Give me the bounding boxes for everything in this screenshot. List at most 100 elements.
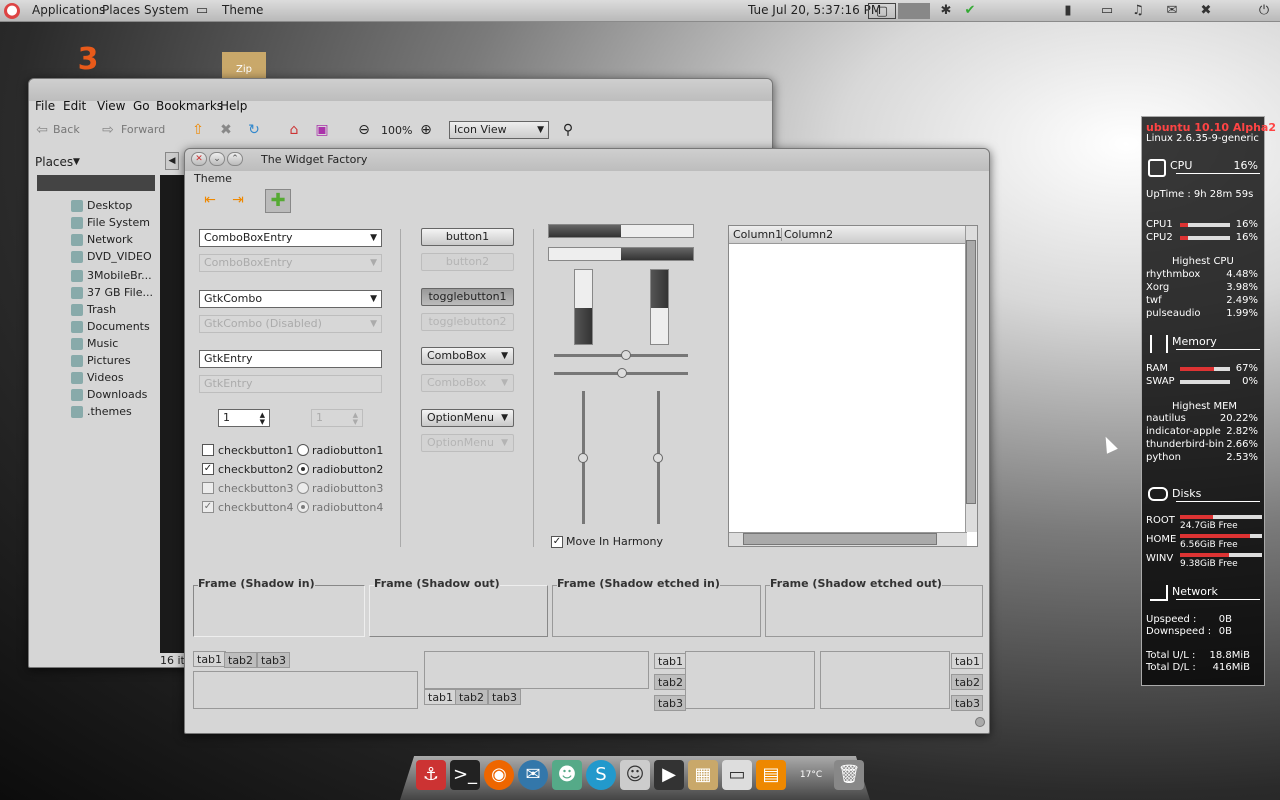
battery-icon[interactable]: ▭ bbox=[1096, 3, 1118, 19]
spin-button[interactable]: 1 ▲ ▼ bbox=[218, 409, 270, 427]
togglebutton1[interactable]: togglebutton1 bbox=[421, 288, 514, 306]
menu-file[interactable]: File bbox=[35, 99, 55, 113]
trash-icon[interactable]: 🗑 bbox=[834, 760, 864, 790]
anchor-icon[interactable]: ⚓ bbox=[416, 760, 446, 790]
combobox-button[interactable]: ComboBox ▼ bbox=[421, 347, 514, 365]
menu-bookmarks[interactable]: Bookmarks bbox=[156, 99, 223, 113]
tree-view[interactable]: Column1 Column2 bbox=[728, 225, 978, 547]
go-first-icon[interactable]: ⇤ bbox=[201, 191, 219, 209]
harmony-label[interactable]: Move In Harmony bbox=[566, 535, 663, 548]
weather-temp[interactable]: 17°C bbox=[796, 760, 826, 790]
notebook2-tab2[interactable]: tab2 bbox=[455, 689, 489, 705]
combobox-entry[interactable]: ComboBoxEntry ▼ bbox=[199, 229, 382, 247]
places-menu[interactable]: Places bbox=[102, 3, 140, 17]
maximize-icon[interactable]: ⌃ bbox=[227, 152, 243, 166]
hscale-1-handle[interactable] bbox=[621, 350, 631, 360]
notebook1-tab2[interactable]: tab2 bbox=[224, 652, 258, 668]
notebook1-tab3[interactable]: tab3 bbox=[257, 652, 291, 668]
radiobutton1-label[interactable]: radiobutton1 bbox=[312, 444, 383, 457]
places-dropdown-icon[interactable]: ▼ bbox=[73, 157, 80, 167]
up-icon[interactable]: ⇧ bbox=[189, 121, 207, 139]
menu-go[interactable]: Go bbox=[133, 99, 150, 113]
hscale-2-handle[interactable] bbox=[617, 368, 627, 378]
home-folder-icon[interactable]: ▤ bbox=[756, 760, 786, 790]
notebook4-tab3[interactable]: tab3 bbox=[951, 695, 983, 711]
system-menu[interactable]: System bbox=[144, 3, 189, 17]
notebook4-tab1[interactable]: tab1 bbox=[951, 653, 983, 669]
chevron-down-icon[interactable]: ▼ bbox=[370, 230, 377, 246]
reload-icon[interactable]: ↻ bbox=[245, 121, 263, 139]
zoom-in-icon[interactable]: ⊕ bbox=[417, 121, 435, 139]
search-icon[interactable]: ⚲ bbox=[559, 121, 577, 139]
user-icon[interactable]: ✖ bbox=[1198, 3, 1214, 19]
computer-icon[interactable]: ▣ bbox=[313, 121, 331, 139]
workspace-2-icon[interactable] bbox=[898, 3, 930, 19]
network-manager-icon[interactable]: ✔ bbox=[962, 3, 978, 19]
zoom-out-icon[interactable]: ⊖ bbox=[355, 121, 373, 139]
optionmenu-button[interactable]: OptionMenu ▼ bbox=[421, 409, 514, 427]
clock[interactable]: Tue Jul 20, 5:37:16 PM bbox=[748, 3, 881, 17]
volume-icon[interactable]: ♫ bbox=[1130, 3, 1146, 19]
video-editor-icon[interactable]: ▶ bbox=[654, 760, 684, 790]
horizontal-scrollbar-thumb[interactable] bbox=[743, 533, 937, 545]
mail-icon[interactable]: ✉ bbox=[1164, 3, 1180, 19]
forward-button[interactable]: Forward bbox=[121, 123, 165, 136]
add-icon[interactable]: ✚ bbox=[265, 189, 291, 213]
checkbutton2-label[interactable]: checkbutton2 bbox=[218, 463, 294, 476]
notebook3-tab3[interactable]: tab3 bbox=[654, 695, 686, 711]
terminal-icon[interactable]: >_ bbox=[450, 760, 480, 790]
thunderbird-icon[interactable]: ✉ bbox=[518, 760, 548, 790]
places-selected-row[interactable] bbox=[37, 175, 155, 191]
vscale-1-handle[interactable] bbox=[578, 453, 588, 463]
resize-grip-icon[interactable] bbox=[975, 717, 985, 727]
pidgin-icon[interactable]: ☺ bbox=[620, 760, 650, 790]
harmony-checkbox[interactable]: ✓ bbox=[551, 536, 563, 548]
close-icon[interactable]: ✕ bbox=[191, 152, 207, 166]
home-icon[interactable]: ⌂ bbox=[285, 121, 303, 139]
workspace-icon[interactable]: ▢ bbox=[868, 3, 896, 19]
radiobutton1[interactable] bbox=[297, 444, 309, 456]
notebook1-tab1[interactable]: tab1 bbox=[193, 651, 227, 667]
mobile-icon[interactable]: ▮ bbox=[1060, 3, 1076, 19]
spin-arrows-icon[interactable]: ▲ ▼ bbox=[260, 412, 265, 426]
screenshot-icon[interactable]: ▭ bbox=[722, 760, 752, 790]
checkbutton1-label[interactable]: checkbutton1 bbox=[218, 444, 294, 457]
menu-help[interactable]: Help bbox=[220, 99, 247, 113]
applications-menu[interactable]: Applications bbox=[32, 3, 105, 17]
gtk-combo[interactable]: GtkCombo ▼ bbox=[199, 290, 382, 308]
minimize-icon[interactable]: ⌄ bbox=[209, 152, 225, 166]
stop-icon[interactable]: ✖ bbox=[217, 121, 235, 139]
menu-view[interactable]: View bbox=[97, 99, 125, 113]
notebook2-tab1[interactable]: tab1 bbox=[424, 689, 458, 705]
checkbutton2-box[interactable]: ✓ bbox=[202, 463, 214, 475]
menu-edit[interactable]: Edit bbox=[63, 99, 86, 113]
column2-header[interactable]: Column2 bbox=[781, 228, 833, 241]
theme-menu[interactable]: Theme bbox=[194, 172, 232, 185]
empathy-icon[interactable]: ☻ bbox=[552, 760, 582, 790]
skype-icon[interactable]: S bbox=[586, 760, 616, 790]
power-icon[interactable]: ⏻ bbox=[1256, 3, 1272, 19]
notebook3-tab2[interactable]: tab2 bbox=[654, 674, 686, 690]
firefox-icon[interactable]: ◉ bbox=[484, 760, 514, 790]
notebook3-tab1[interactable]: tab1 bbox=[654, 653, 686, 669]
gtk-entry[interactable]: GtkEntry bbox=[199, 350, 382, 368]
radiobutton2[interactable] bbox=[297, 463, 309, 475]
chevron-down-icon[interactable]: ▼ bbox=[370, 291, 377, 307]
back-button[interactable]: Back bbox=[53, 123, 80, 136]
view-mode-select[interactable]: Icon View ▼ bbox=[449, 121, 549, 139]
vertical-scrollbar-thumb[interactable] bbox=[966, 240, 976, 504]
button1[interactable]: button1 bbox=[421, 228, 514, 246]
go-last-icon[interactable]: ⇥ bbox=[229, 191, 247, 209]
notebook2-tab3[interactable]: tab3 bbox=[488, 689, 522, 705]
file-browser-titlebar[interactable] bbox=[29, 79, 772, 101]
active-window-title[interactable]: Theme bbox=[222, 3, 263, 17]
ubuntu-logo-icon[interactable]: ● bbox=[4, 3, 20, 19]
column1-header[interactable]: Column1 bbox=[733, 228, 782, 241]
radiobutton2-label[interactable]: radiobutton2 bbox=[312, 463, 383, 476]
checkbutton1-box[interactable] bbox=[202, 444, 214, 456]
pathbar-left-arrow[interactable]: ◀ bbox=[165, 152, 179, 170]
archive-manager-icon[interactable]: ▦ bbox=[688, 760, 718, 790]
vscale-2-handle[interactable] bbox=[653, 453, 663, 463]
gear-icon[interactable]: ✱ bbox=[938, 3, 954, 19]
3mobile-desktop-icon[interactable]: 3 bbox=[66, 42, 110, 78]
